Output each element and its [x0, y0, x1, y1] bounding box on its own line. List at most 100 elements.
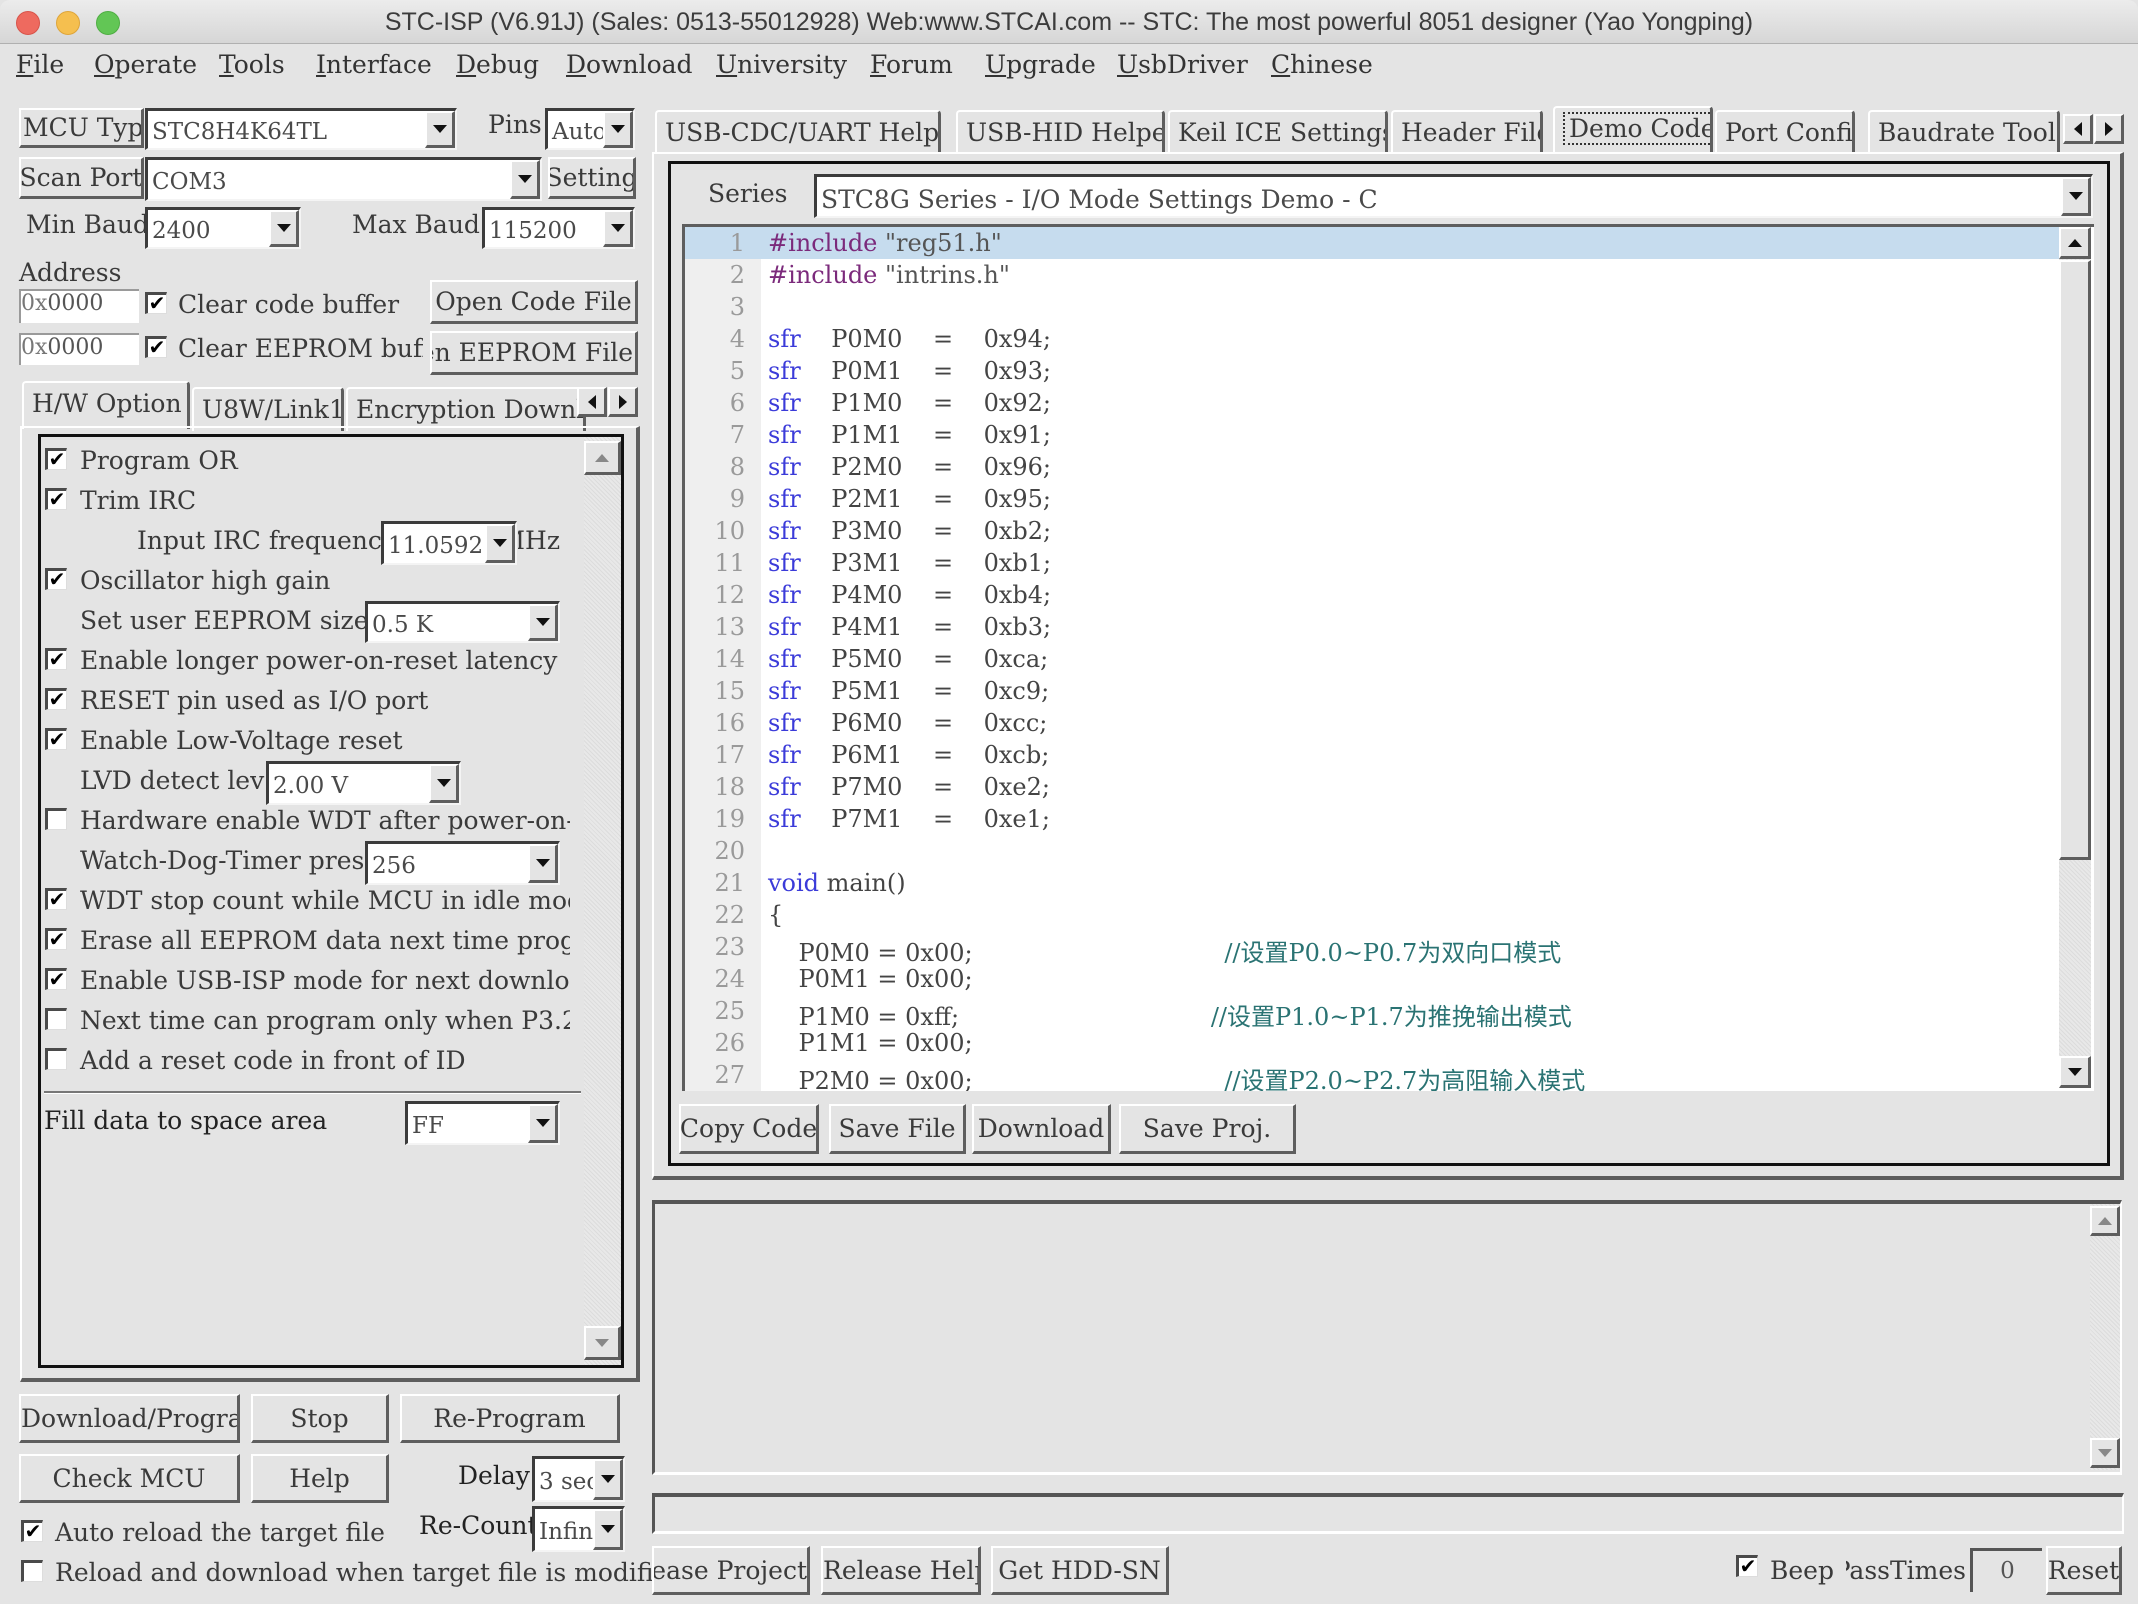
code-line[interactable]: 1 #include "reg51.h" — [685, 227, 2059, 259]
download-program-button[interactable]: Download/Program — [19, 1394, 240, 1443]
menu-tools[interactable]: Tools — [219, 50, 285, 79]
dropdown-arrow-icon[interactable] — [485, 524, 515, 563]
code-line[interactable]: 18 sfr P7M0 = 0xe2; — [685, 771, 2059, 803]
program-or-checkbox[interactable]: ✔ — [45, 448, 67, 470]
code-line[interactable]: 17 sfr P6M1 = 0xcb; — [685, 739, 2059, 771]
menu-university[interactable]: University — [716, 50, 847, 79]
tab-demo-code[interactable]: Demo Code — [1553, 106, 1713, 154]
code-address-field[interactable]: 0x0000 — [19, 289, 139, 323]
beep-checkbox[interactable]: ✔ — [1736, 1555, 1758, 1577]
menu-upgrade[interactable]: Upgrade — [985, 50, 1096, 79]
mcu-type-select[interactable]: STC8H4K64TL — [145, 108, 457, 150]
code-line[interactable]: 8 sfr P2M0 = 0x96; — [685, 451, 2059, 483]
code-line[interactable]: 7 sfr P1M1 = 0x91; — [685, 419, 2059, 451]
dropdown-arrow-icon[interactable] — [528, 844, 558, 883]
pins-select[interactable]: Auto — [545, 108, 635, 150]
irc-frequency-select[interactable]: 11.0592 — [381, 521, 517, 565]
scrollbar-thumb[interactable] — [2059, 260, 2091, 860]
code-line[interactable]: 4 sfr P0M0 = 0x94; — [685, 323, 2059, 355]
tab-scroll-left-button[interactable] — [577, 387, 607, 417]
reset-code-checkbox[interactable] — [45, 1048, 67, 1070]
code-line[interactable]: 19 sfr P7M1 = 0xe1; — [685, 803, 2059, 835]
code-line[interactable]: 9 sfr P2M1 = 0x95; — [685, 483, 2059, 515]
reset-pin-io-checkbox[interactable]: ✔ — [45, 688, 67, 710]
hw-wdt-checkbox[interactable] — [45, 808, 67, 830]
setting-button[interactable]: Setting — [548, 157, 636, 199]
menu-forum[interactable]: Forum — [870, 50, 953, 79]
tab-header-file[interactable]: Header File — [1391, 110, 1543, 154]
reset-button[interactable]: Reset — [2046, 1546, 2122, 1595]
delay-select[interactable]: 3 sec — [532, 1456, 625, 1502]
tab-scroll-right-button[interactable] — [608, 387, 638, 417]
code-line[interactable]: 21 void main() — [685, 867, 2059, 899]
hw-options-scrollbar[interactable] — [584, 437, 621, 1365]
erase-eeprom-checkbox[interactable]: ✔ — [45, 928, 67, 950]
wdt-prescaler-select[interactable]: 256 — [365, 841, 560, 885]
code-line[interactable]: 20 — [685, 835, 2059, 867]
code-line[interactable]: 23 P0M0 = 0x00; //设置P0.0~P0.7为双向口模式 — [685, 931, 2059, 967]
code-line[interactable]: 13 sfr P4M1 = 0xb3; — [685, 611, 2059, 643]
help-button[interactable]: Help — [251, 1454, 389, 1503]
wdt-stop-idle-checkbox[interactable]: ✔ — [45, 888, 67, 910]
code-line[interactable]: 5 sfr P0M1 = 0x93; — [685, 355, 2059, 387]
tab-port-config[interactable]: Port Config — [1715, 110, 1855, 154]
eeprom-size-select[interactable]: 0.5 K — [365, 601, 560, 643]
code-line[interactable]: 24 P0M1 = 0x00; — [685, 963, 2059, 995]
save-file-button[interactable]: Save File — [829, 1104, 966, 1154]
usb-isp-checkbox[interactable]: ✔ — [45, 968, 67, 990]
menu-download[interactable]: Download — [566, 50, 693, 79]
tab-encryption-download[interactable]: Encryption Download — [346, 387, 586, 431]
menu-operate[interactable]: Operate — [94, 50, 197, 79]
stop-button[interactable]: Stop — [251, 1394, 389, 1443]
port-select[interactable]: COM3 — [145, 157, 542, 201]
max-baud-select[interactable]: 115200 — [482, 207, 635, 249]
menu-debug[interactable]: Debug — [456, 50, 539, 79]
check-mcu-button[interactable]: Check MCU — [19, 1454, 240, 1503]
dropdown-arrow-icon[interactable] — [510, 160, 540, 199]
get-hdd-sn-button[interactable]: Get HDD-SN — [991, 1546, 1169, 1595]
dropdown-arrow-icon[interactable] — [429, 764, 459, 803]
dropdown-arrow-icon[interactable] — [269, 210, 299, 247]
eeprom-address-field[interactable]: 0x0000 — [19, 333, 139, 365]
save-proj-button[interactable]: Save Proj. — [1119, 1104, 1296, 1154]
dropdown-arrow-icon[interactable] — [603, 111, 633, 148]
dropdown-arrow-icon[interactable] — [425, 111, 455, 148]
re-program-button[interactable]: Re-Program — [400, 1394, 620, 1443]
scroll-up-button[interactable] — [2090, 1206, 2120, 1236]
code-editor[interactable]: 1 #include "reg51.h" 2 #include "intrins.h"… — [682, 224, 2094, 1091]
dropdown-arrow-icon[interactable] — [528, 604, 558, 641]
dropdown-arrow-icon[interactable] — [603, 210, 633, 247]
scan-port-button[interactable]: Scan Port — [19, 157, 144, 199]
low-voltage-reset-checkbox[interactable]: ✔ — [45, 728, 67, 750]
longer-por-checkbox[interactable]: ✔ — [45, 648, 67, 670]
code-line[interactable]: 6 sfr P1M0 = 0x92; — [685, 387, 2059, 419]
reload-download-checkbox[interactable] — [21, 1560, 43, 1582]
dropdown-arrow-icon[interactable] — [2061, 177, 2091, 216]
download-code-button[interactable]: Download — [972, 1104, 1111, 1154]
p32-p33-checkbox[interactable] — [45, 1008, 67, 1030]
scroll-down-button[interactable] — [584, 1326, 621, 1360]
code-line[interactable]: 10 sfr P3M0 = 0xb2; — [685, 515, 2059, 547]
code-line[interactable]: 2 #include "intrins.h" — [685, 259, 2059, 291]
scroll-up-button[interactable] — [2059, 227, 2091, 259]
code-line[interactable]: 15 sfr P5M1 = 0xc9; — [685, 675, 2059, 707]
fill-data-select[interactable]: FF — [405, 1101, 560, 1145]
series-select[interactable]: STC8G Series - I/O Mode Settings Demo - … — [814, 174, 2093, 218]
tab-keil-ice-settings[interactable]: Keil ICE Settings — [1168, 110, 1388, 154]
tab-scroll-right-button[interactable] — [2094, 114, 2124, 144]
recount-select[interactable]: Infinite — [532, 1506, 625, 1552]
scroll-down-button[interactable] — [2090, 1438, 2120, 1468]
open-code-file-button[interactable]: Open Code File — [430, 280, 638, 324]
trim-irc-checkbox[interactable]: ✔ — [45, 488, 67, 510]
scroll-up-button[interactable] — [584, 441, 621, 475]
code-line[interactable]: 3 — [685, 291, 2059, 323]
code-line[interactable]: 26 P1M1 = 0x00; — [685, 1027, 2059, 1059]
min-baud-select[interactable]: 2400 — [145, 207, 301, 249]
clear-code-checkbox[interactable]: ✔ — [145, 292, 167, 314]
tab-u8w-link1[interactable]: U8W/Link1 — [192, 387, 344, 431]
copy-code-button[interactable]: Copy Code — [679, 1104, 819, 1154]
dropdown-arrow-icon[interactable] — [528, 1104, 558, 1143]
open-eeprom-file-button[interactable]: Open EEPROM File — [430, 331, 638, 375]
code-line[interactable]: 22 { — [685, 899, 2059, 931]
clear-eeprom-checkbox[interactable]: ✔ — [145, 336, 167, 358]
